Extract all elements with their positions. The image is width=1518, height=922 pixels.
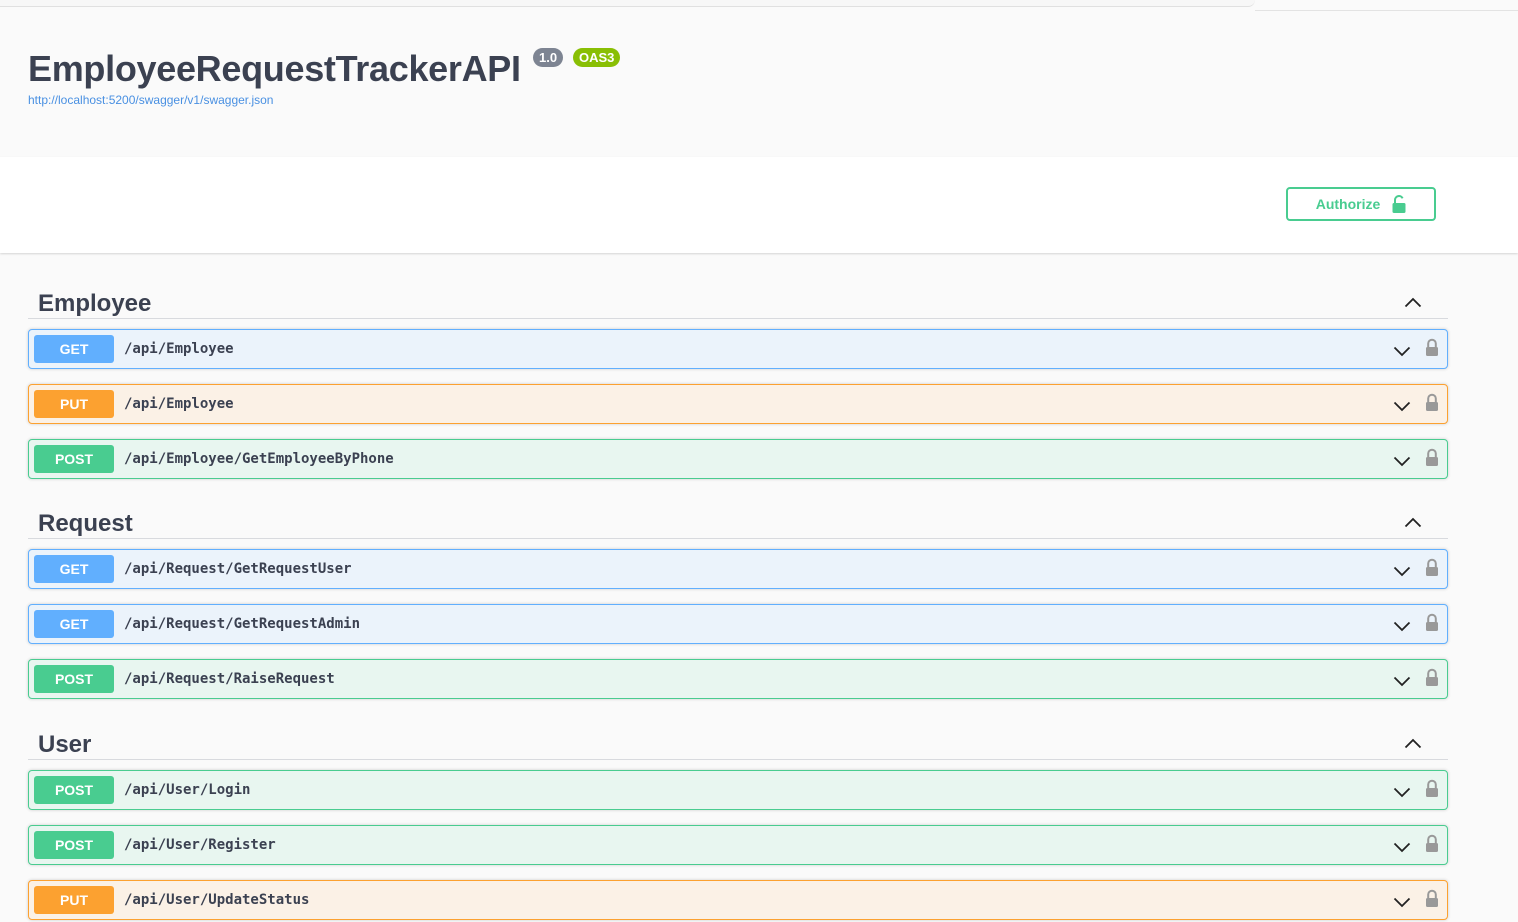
chevron-down-icon[interactable]: [1393, 399, 1411, 417]
operation-get-request-user[interactable]: GET /api/Request/GetRequestUser: [28, 549, 1448, 589]
oas-badge: OAS3: [573, 48, 621, 67]
operation-path: /api/Employee: [124, 396, 234, 412]
operation-post-get-employee-by-phone[interactable]: POST /api/Employee/GetEmployeeByPhone: [28, 439, 1448, 479]
chevron-down-icon[interactable]: [1393, 674, 1411, 692]
operation-post-raise-request[interactable]: POST /api/Request/RaiseRequest: [28, 659, 1448, 699]
operation-post-login[interactable]: POST /api/User/Login: [28, 770, 1448, 810]
lock-icon[interactable]: [1425, 448, 1439, 472]
top-scroll-strip: [0, 0, 1518, 12]
operation-path: /api/Request/RaiseRequest: [124, 671, 335, 687]
operation-get-employee[interactable]: GET /api/Employee: [28, 329, 1448, 369]
operation-post-register[interactable]: POST /api/User/Register: [28, 825, 1448, 865]
tag-section-request: Request: [28, 498, 1448, 539]
authorize-button[interactable]: Authorize: [1286, 187, 1436, 221]
tag-header-employee[interactable]: Employee: [28, 278, 1448, 319]
tag-title: Employee: [38, 290, 152, 317]
unlock-icon: [1392, 195, 1406, 213]
lock-icon[interactable]: [1425, 338, 1439, 362]
chevron-down-icon[interactable]: [1393, 344, 1411, 362]
api-title: EmployeeRequestTrackerAPI: [28, 48, 521, 89]
api-info-header: EmployeeRequestTrackerAPI 1.0 OAS3 http:…: [0, 12, 1518, 157]
operation-path: /api/User/UpdateStatus: [124, 892, 310, 908]
method-badge: GET: [34, 335, 114, 363]
operation-path: /api/Employee/GetEmployeeByPhone: [124, 451, 394, 467]
method-badge: PUT: [34, 886, 114, 914]
tag-section-employee: Employee: [28, 278, 1448, 319]
spec-url-link[interactable]: http://localhost:5200/swagger/v1/swagger…: [28, 93, 273, 107]
chevron-up-icon[interactable]: [1404, 295, 1422, 313]
operation-get-request-admin[interactable]: GET /api/Request/GetRequestAdmin: [28, 604, 1448, 644]
scheme-container: Authorize: [0, 157, 1518, 253]
authorize-label: Authorize: [1315, 196, 1381, 212]
method-badge: POST: [34, 776, 114, 804]
lock-icon[interactable]: [1425, 889, 1439, 913]
top-bar-edge: [0, 0, 1255, 7]
operation-path: /api/Request/GetRequestUser: [124, 561, 352, 577]
operation-path: /api/User/Register: [124, 837, 276, 853]
chevron-down-icon[interactable]: [1393, 454, 1411, 472]
chevron-down-icon[interactable]: [1393, 840, 1411, 858]
method-badge: POST: [34, 831, 114, 859]
lock-icon[interactable]: [1425, 779, 1439, 803]
version-badge: 1.0: [533, 48, 564, 67]
top-divider: [1255, 10, 1518, 11]
tag-section-user: User: [28, 719, 1448, 760]
operation-path: /api/User/Login: [124, 782, 251, 798]
lock-icon[interactable]: [1425, 558, 1439, 582]
chevron-down-icon[interactable]: [1393, 564, 1411, 582]
tag-header-request[interactable]: Request: [28, 498, 1448, 539]
tag-header-user[interactable]: User: [28, 719, 1448, 760]
chevron-down-icon[interactable]: [1393, 619, 1411, 637]
lock-icon[interactable]: [1425, 393, 1439, 417]
method-badge: PUT: [34, 390, 114, 418]
method-badge: GET: [34, 610, 114, 638]
lock-icon[interactable]: [1425, 613, 1439, 637]
tag-title: Request: [38, 510, 133, 537]
method-badge: GET: [34, 555, 114, 583]
operation-put-employee[interactable]: PUT /api/Employee: [28, 384, 1448, 424]
method-badge: POST: [34, 445, 114, 473]
chevron-down-icon[interactable]: [1393, 895, 1411, 913]
chevron-up-icon[interactable]: [1404, 515, 1422, 533]
method-badge: POST: [34, 665, 114, 693]
lock-icon[interactable]: [1425, 834, 1439, 858]
lock-icon[interactable]: [1425, 668, 1439, 692]
operation-path: /api/Employee: [124, 341, 234, 357]
chevron-down-icon[interactable]: [1393, 785, 1411, 803]
tag-title: User: [38, 731, 92, 758]
chevron-up-icon[interactable]: [1404, 736, 1422, 754]
operation-put-update-status[interactable]: PUT /api/User/UpdateStatus: [28, 880, 1448, 920]
operation-path: /api/Request/GetRequestAdmin: [124, 616, 361, 632]
